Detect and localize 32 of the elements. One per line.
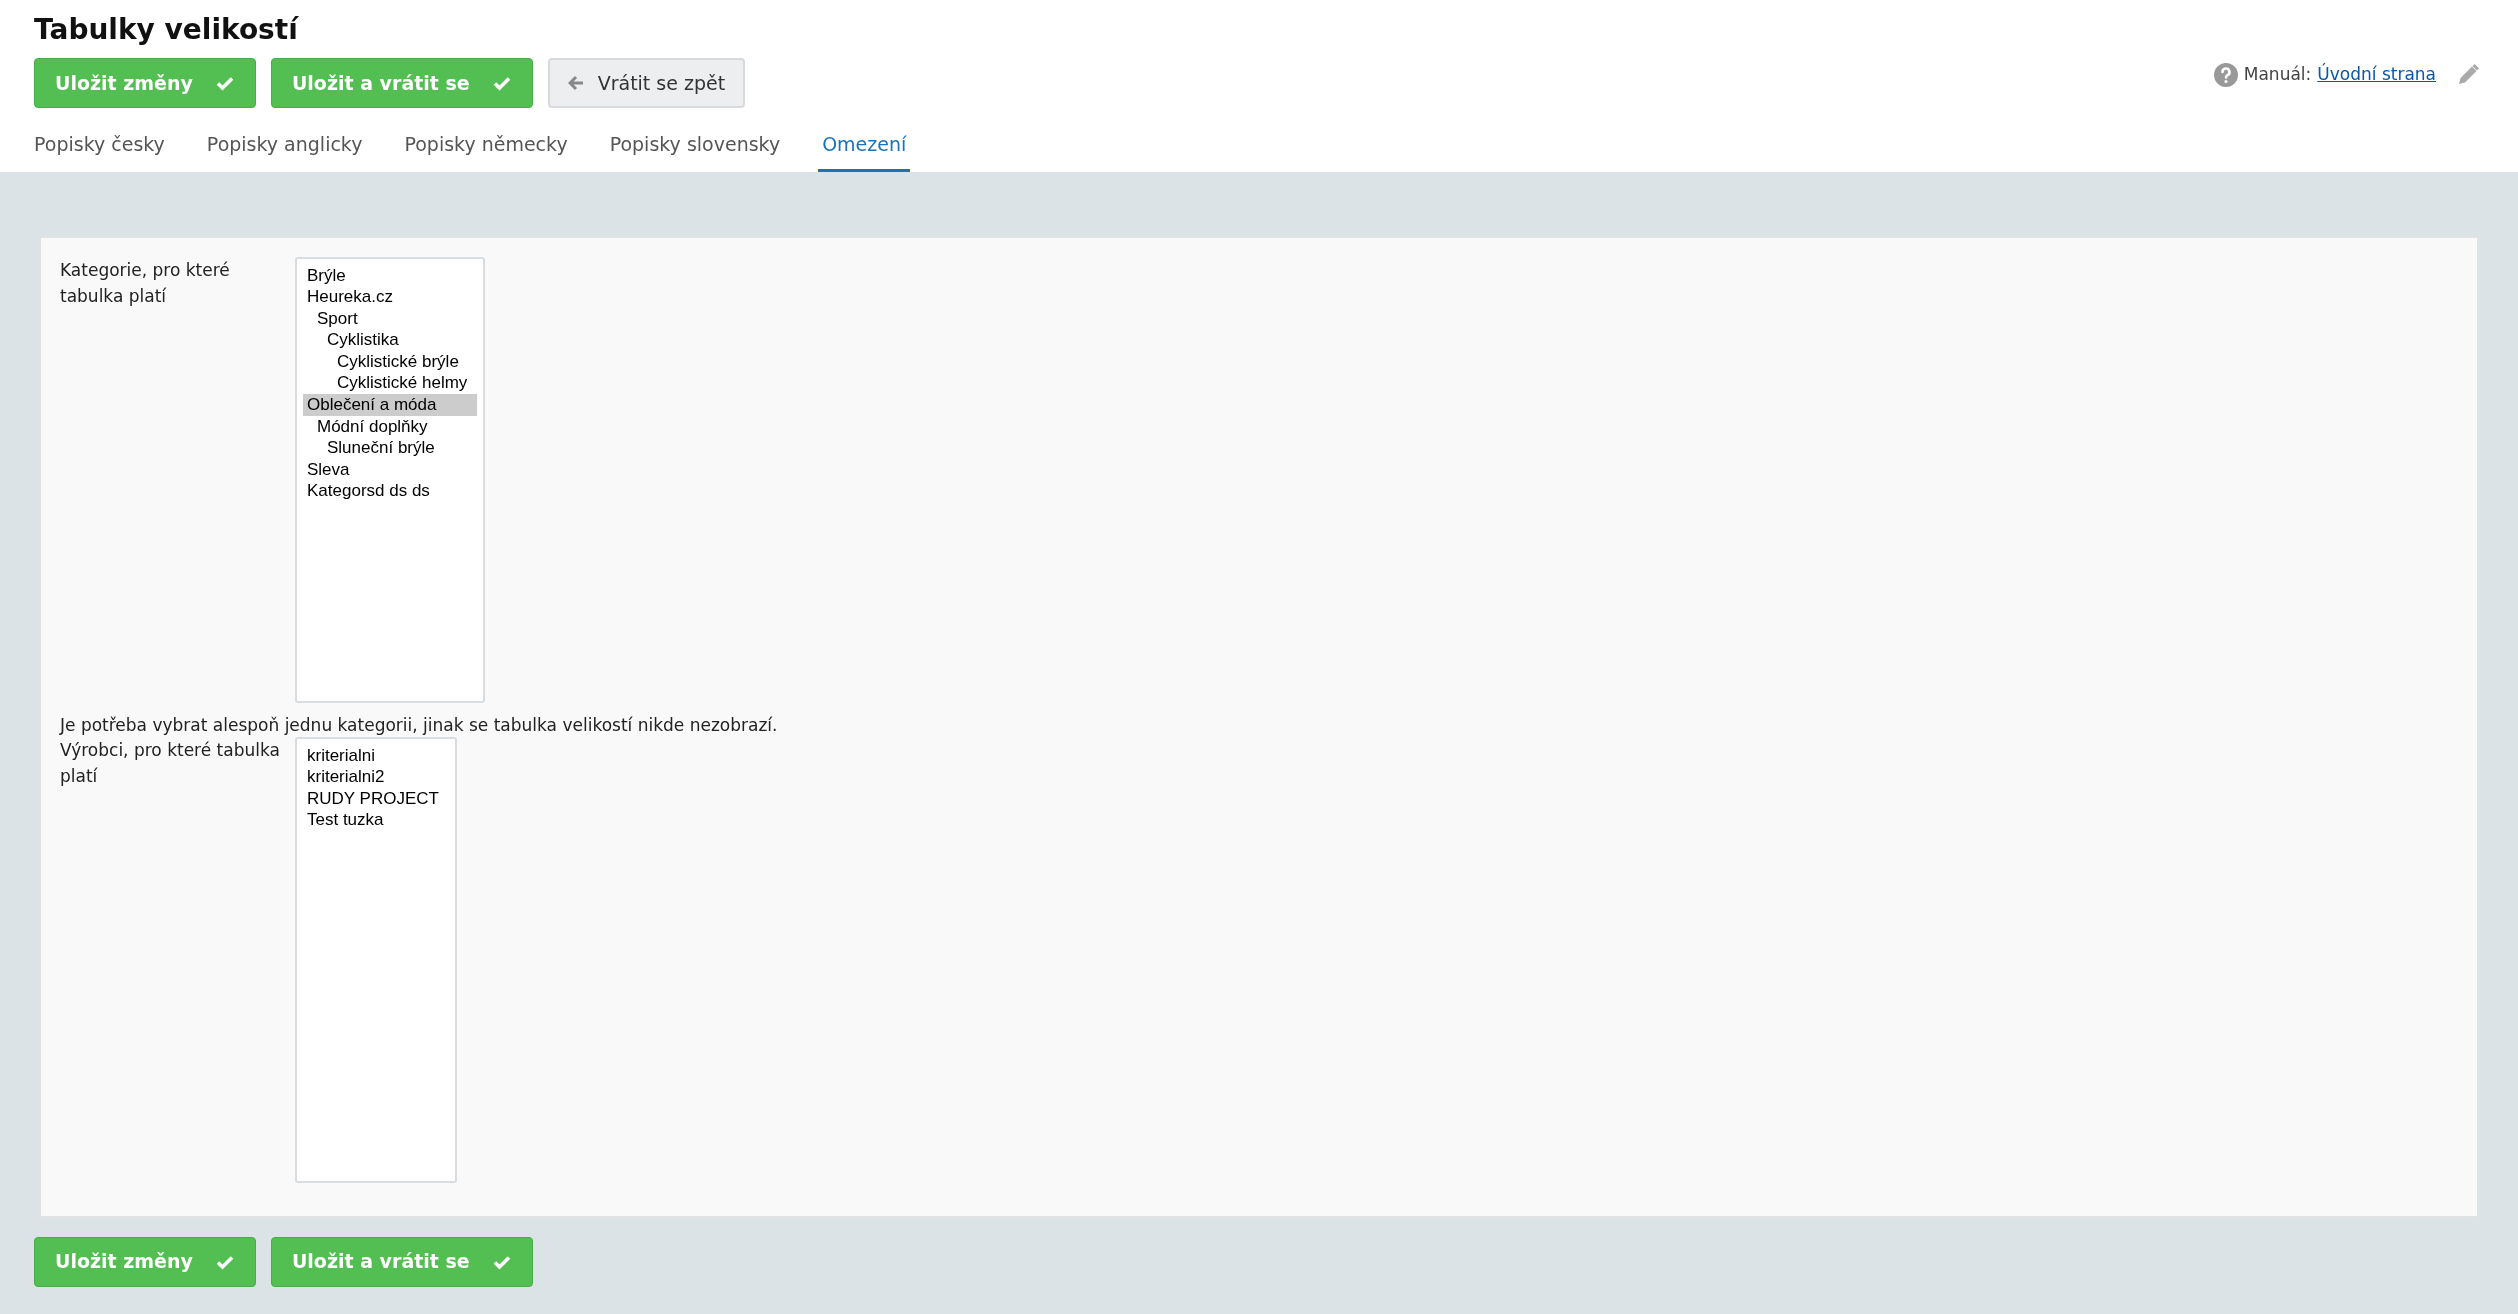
list-option[interactable]: kriterialni2 — [303, 766, 449, 788]
list-option[interactable]: Cyklistické helmy — [303, 372, 477, 395]
tab[interactable]: Omezení — [818, 130, 911, 172]
list-option[interactable]: Sport — [303, 307, 477, 330]
category-listbox[interactable]: Brýle Heureka.cz Sport Cyklistika Cyklistické brýle Cyklistické helmy Oblečení a móda Módní doplňky Sluneční brýle Sleva Kategorsd ds ds — [295, 256, 485, 703]
list-option[interactable]: RUDY PROJECT — [303, 787, 449, 810]
help-icon — [2213, 62, 2238, 87]
tab[interactable]: Popisky česky — [30, 130, 169, 172]
hint-text: Je potřeba vybrat alespoň jednu kategorii, jinak se tabulka velikostí nikde nezobrazí. — [60, 713, 779, 737]
manual-link[interactable]: Úvodní strana — [2317, 62, 2436, 88]
list-option[interactable]: kriterialni — [303, 744, 449, 767]
manual-label: Manuál: — [2243, 63, 2312, 86]
back-button[interactable]: Vrátit se zpět — [547, 58, 746, 108]
list-option[interactable]: Test tuzka — [303, 809, 449, 831]
list-option[interactable]: Oblečení a móda — [303, 394, 477, 416]
manufacturer-listbox[interactable]: kriterialni kriterialni2 RUDY PROJECT Test tuzka — [295, 736, 457, 1183]
field-label: Výrobci, pro které tabulka platí — [60, 738, 281, 788]
list-option[interactable]: Sluneční brýle — [303, 437, 477, 459]
tab[interactable]: Popisky slovensky — [605, 130, 785, 172]
list-option[interactable]: Sleva — [303, 458, 477, 481]
tab[interactable]: Popisky anglicky — [202, 130, 367, 172]
page-title: Tabulky velikostí — [34, 12, 300, 48]
arrow-left-icon — [567, 75, 584, 91]
list-option[interactable]: Cyklistika — [303, 329, 477, 351]
tab[interactable]: Popisky německy — [400, 130, 572, 172]
list-option[interactable]: Kategorsd ds ds — [303, 480, 477, 503]
pencil-icon[interactable] — [2456, 62, 2480, 87]
field-label: Kategorie, pro které tabulka platí — [60, 258, 231, 308]
list-option[interactable]: Heureka.cz — [303, 286, 477, 308]
list-option[interactable]: Módní doplňky — [303, 415, 477, 438]
list-option[interactable]: Cyklistické brýle — [303, 350, 477, 373]
list-option[interactable]: Brýle — [303, 264, 477, 287]
